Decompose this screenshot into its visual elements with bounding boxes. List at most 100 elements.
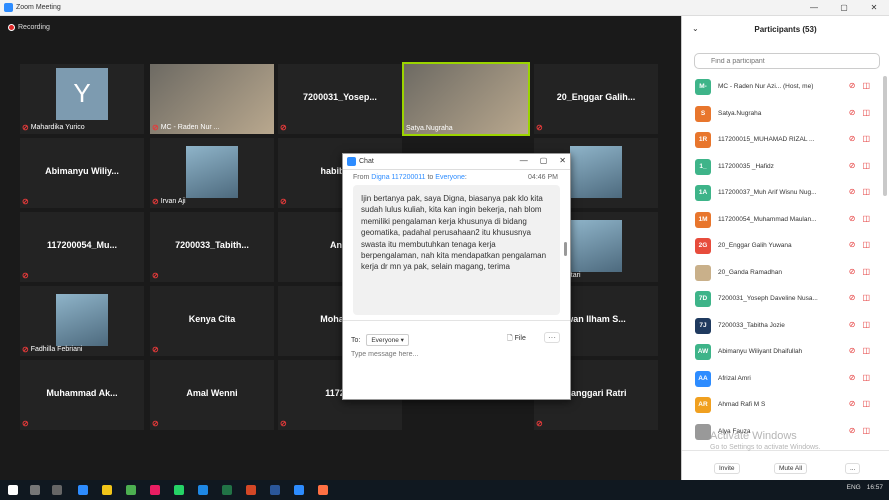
more-button[interactable]: ... bbox=[845, 463, 861, 474]
video-tile[interactable]: 20_Enggar Galih... ⊘ bbox=[534, 64, 658, 134]
excel-icon[interactable] bbox=[222, 485, 232, 495]
video-tile[interactable]: 117200054_Mu... ⊘ bbox=[20, 212, 144, 282]
muted-mic-icon: ⊘ bbox=[152, 345, 159, 354]
muted-mic-icon: ⊘ bbox=[22, 419, 29, 428]
participant-row[interactable]: 20_Ganda Ramadhan ⊘ ◫ bbox=[682, 262, 882, 285]
avatar: 1A bbox=[695, 185, 711, 201]
start-icon[interactable] bbox=[8, 485, 18, 495]
zoom-logo-icon bbox=[347, 157, 356, 166]
tile-label: ⊘ bbox=[22, 271, 29, 280]
zoom-taskbar-icon[interactable] bbox=[294, 485, 304, 495]
participant-name: 117200015_MUHAMAD RIZAL ... bbox=[718, 136, 815, 143]
video-tile[interactable]: 7200031_Yosep... ⊘ bbox=[278, 64, 402, 134]
avatar: S bbox=[695, 105, 711, 122]
participant-row[interactable]: S Satya.Nugraha ⊘ ◫ bbox=[682, 103, 882, 126]
firefox-icon[interactable] bbox=[318, 485, 328, 495]
explorer-icon[interactable] bbox=[102, 485, 112, 495]
video-tile[interactable]: 7200033_Tabith... ⊘ bbox=[150, 212, 274, 282]
avatar: 1M bbox=[695, 211, 711, 228]
minimize-icon[interactable]: — bbox=[520, 156, 528, 165]
participant-name: Ahmad Rafi M S bbox=[718, 401, 766, 408]
participant-name: Afrizal Amri bbox=[718, 374, 751, 382]
muted-mic-icon: ⊘ bbox=[848, 399, 856, 408]
whatsapp-icon[interactable] bbox=[174, 485, 184, 495]
video-tile[interactable]: Satya.Nugraha bbox=[402, 62, 530, 136]
video-tile[interactable]: ⊘ MC - Raden Nur ... bbox=[150, 64, 274, 134]
participant-row[interactable]: AR Ahmad Rafi M S ⊘ ◫ bbox=[682, 394, 882, 417]
participant-video bbox=[186, 146, 238, 198]
edge-icon[interactable] bbox=[78, 485, 88, 495]
muted-mic-icon: ⊘ bbox=[280, 123, 287, 132]
participant-row[interactable]: 1A 117200037_Muh Arif Wisnu Nug... ⊘ ◫ bbox=[682, 182, 882, 205]
video-tile[interactable]: Amal Wenni ⊘ bbox=[150, 360, 274, 430]
participants-scrollbar[interactable] bbox=[883, 76, 887, 196]
participant-search-input[interactable] bbox=[694, 53, 880, 69]
zoom-logo-icon bbox=[4, 3, 13, 12]
participant-row[interactable]: 7J 7200033_Tabitha Jozie ⊘ ◫ bbox=[682, 315, 882, 338]
minimize-button[interactable]: — bbox=[799, 0, 829, 16]
video-tile[interactable]: Muhammad Ak... ⊘ bbox=[20, 360, 144, 430]
video-tile[interactable]: Kenya Cita ⊘ bbox=[150, 286, 274, 356]
chat-title: Chat bbox=[359, 158, 374, 165]
meeting-view: Recording Y ⊘ Mahardika Yurico ⊘ MC - Raden … bbox=[0, 16, 681, 480]
invite-button[interactable]: Invite bbox=[714, 463, 740, 474]
video-tile[interactable]: Y ⊘ Mahardika Yurico bbox=[20, 64, 144, 134]
chrome-icon[interactable] bbox=[126, 485, 136, 495]
avatar: AR bbox=[695, 397, 711, 413]
muted-mic-icon: ⊘ bbox=[280, 419, 287, 428]
tile-label: ⊘ bbox=[536, 419, 543, 428]
muted-mic-icon: ⊘ bbox=[848, 319, 856, 329]
participant-row[interactable]: 7D 7200031_Yoseph Daveline Nusa... ⊘ ◫ bbox=[682, 288, 882, 311]
participant-row[interactable]: AW Abimanyu Wiliyant Dhaifullah ⊘ ◫ bbox=[682, 341, 882, 364]
search-icon[interactable] bbox=[30, 485, 40, 495]
participant-row[interactable]: M- MC - Raden Nur Azi... (Host, me) ⊘ ◫ bbox=[682, 76, 882, 99]
recipient-dropdown[interactable]: Everyone ▾ bbox=[366, 334, 409, 346]
close-button[interactable]: ✕ bbox=[859, 0, 889, 16]
muted-mic-icon: ⊘ bbox=[848, 213, 856, 223]
muted-mic-icon: ⊘ bbox=[22, 123, 29, 132]
participant-video bbox=[570, 146, 622, 198]
language-indicator[interactable]: ENG bbox=[847, 484, 861, 491]
powerpoint-icon[interactable] bbox=[246, 485, 256, 495]
mute-all-button[interactable]: Mute All bbox=[774, 463, 808, 474]
avatar: 1_ bbox=[695, 158, 711, 175]
muted-mic-icon: ⊘ bbox=[22, 197, 29, 206]
participant-row[interactable]: 1M 117200054_Muhammad Maulan... ⊘ ◫ bbox=[682, 209, 882, 232]
app-icon[interactable] bbox=[150, 485, 160, 495]
chat-window[interactable]: Chat — ▢ ✕ From Digna 117200011 to Everyon… bbox=[342, 153, 571, 400]
clock[interactable]: 16:57 bbox=[867, 484, 883, 491]
participant-name: Amal Wenni bbox=[186, 388, 238, 398]
chat-input[interactable] bbox=[351, 351, 561, 358]
participant-row[interactable]: 1_ 117200035 _Hafidz ⊘ ◫ bbox=[682, 156, 882, 179]
participant-name: 117200035 _Hafidz bbox=[718, 162, 774, 170]
muted-mic-icon: ⊘ bbox=[848, 266, 856, 276]
app-title: Zoom Meeting bbox=[4, 3, 61, 12]
video-tile[interactable]: ⊘ Fadhilla Febriani bbox=[20, 286, 144, 356]
file-button[interactable]: 🗋 File bbox=[507, 334, 526, 345]
muted-mic-icon: ⊘ bbox=[848, 134, 856, 143]
participant-row[interactable]: 1R 117200015_MUHAMAD RIZAL ... ⊘ ◫ bbox=[682, 129, 882, 152]
tile-label: ⊘ bbox=[280, 197, 287, 206]
word-icon[interactable] bbox=[270, 485, 280, 495]
video-off-icon: ◫ bbox=[862, 134, 870, 143]
avatar bbox=[695, 264, 711, 281]
tile-label: ⊘ bbox=[152, 419, 159, 428]
video-tile[interactable]: ⊘ Irvan Aji bbox=[150, 138, 274, 208]
muted-mic-icon: ⊘ bbox=[848, 346, 856, 355]
chat-scrollbar[interactable] bbox=[564, 242, 567, 256]
recording-indicator[interactable]: Recording bbox=[8, 24, 50, 31]
maximize-button[interactable]: ▢ bbox=[829, 0, 859, 16]
participant-row[interactable]: 2G 20_Enggar Galih Yuwana ⊘ ◫ bbox=[682, 235, 882, 258]
mail-icon[interactable] bbox=[198, 485, 208, 495]
maximize-icon[interactable]: ▢ bbox=[540, 156, 548, 165]
muted-mic-icon: ⊘ bbox=[848, 81, 856, 90]
avatar: AW bbox=[695, 344, 711, 360]
file-icon: 🗋 bbox=[507, 335, 513, 342]
participant-row[interactable]: AA Afrizal Amri ⊘ ◫ bbox=[682, 368, 882, 391]
more-options-button[interactable]: ··· bbox=[544, 332, 560, 343]
tile-label: ⊘ bbox=[280, 419, 287, 428]
muted-mic-icon: ⊘ bbox=[848, 425, 856, 435]
video-tile[interactable]: Abimanyu Wiliy... ⊘ bbox=[20, 138, 144, 208]
close-icon[interactable]: ✕ bbox=[559, 156, 566, 165]
task-view-icon[interactable] bbox=[52, 485, 62, 495]
